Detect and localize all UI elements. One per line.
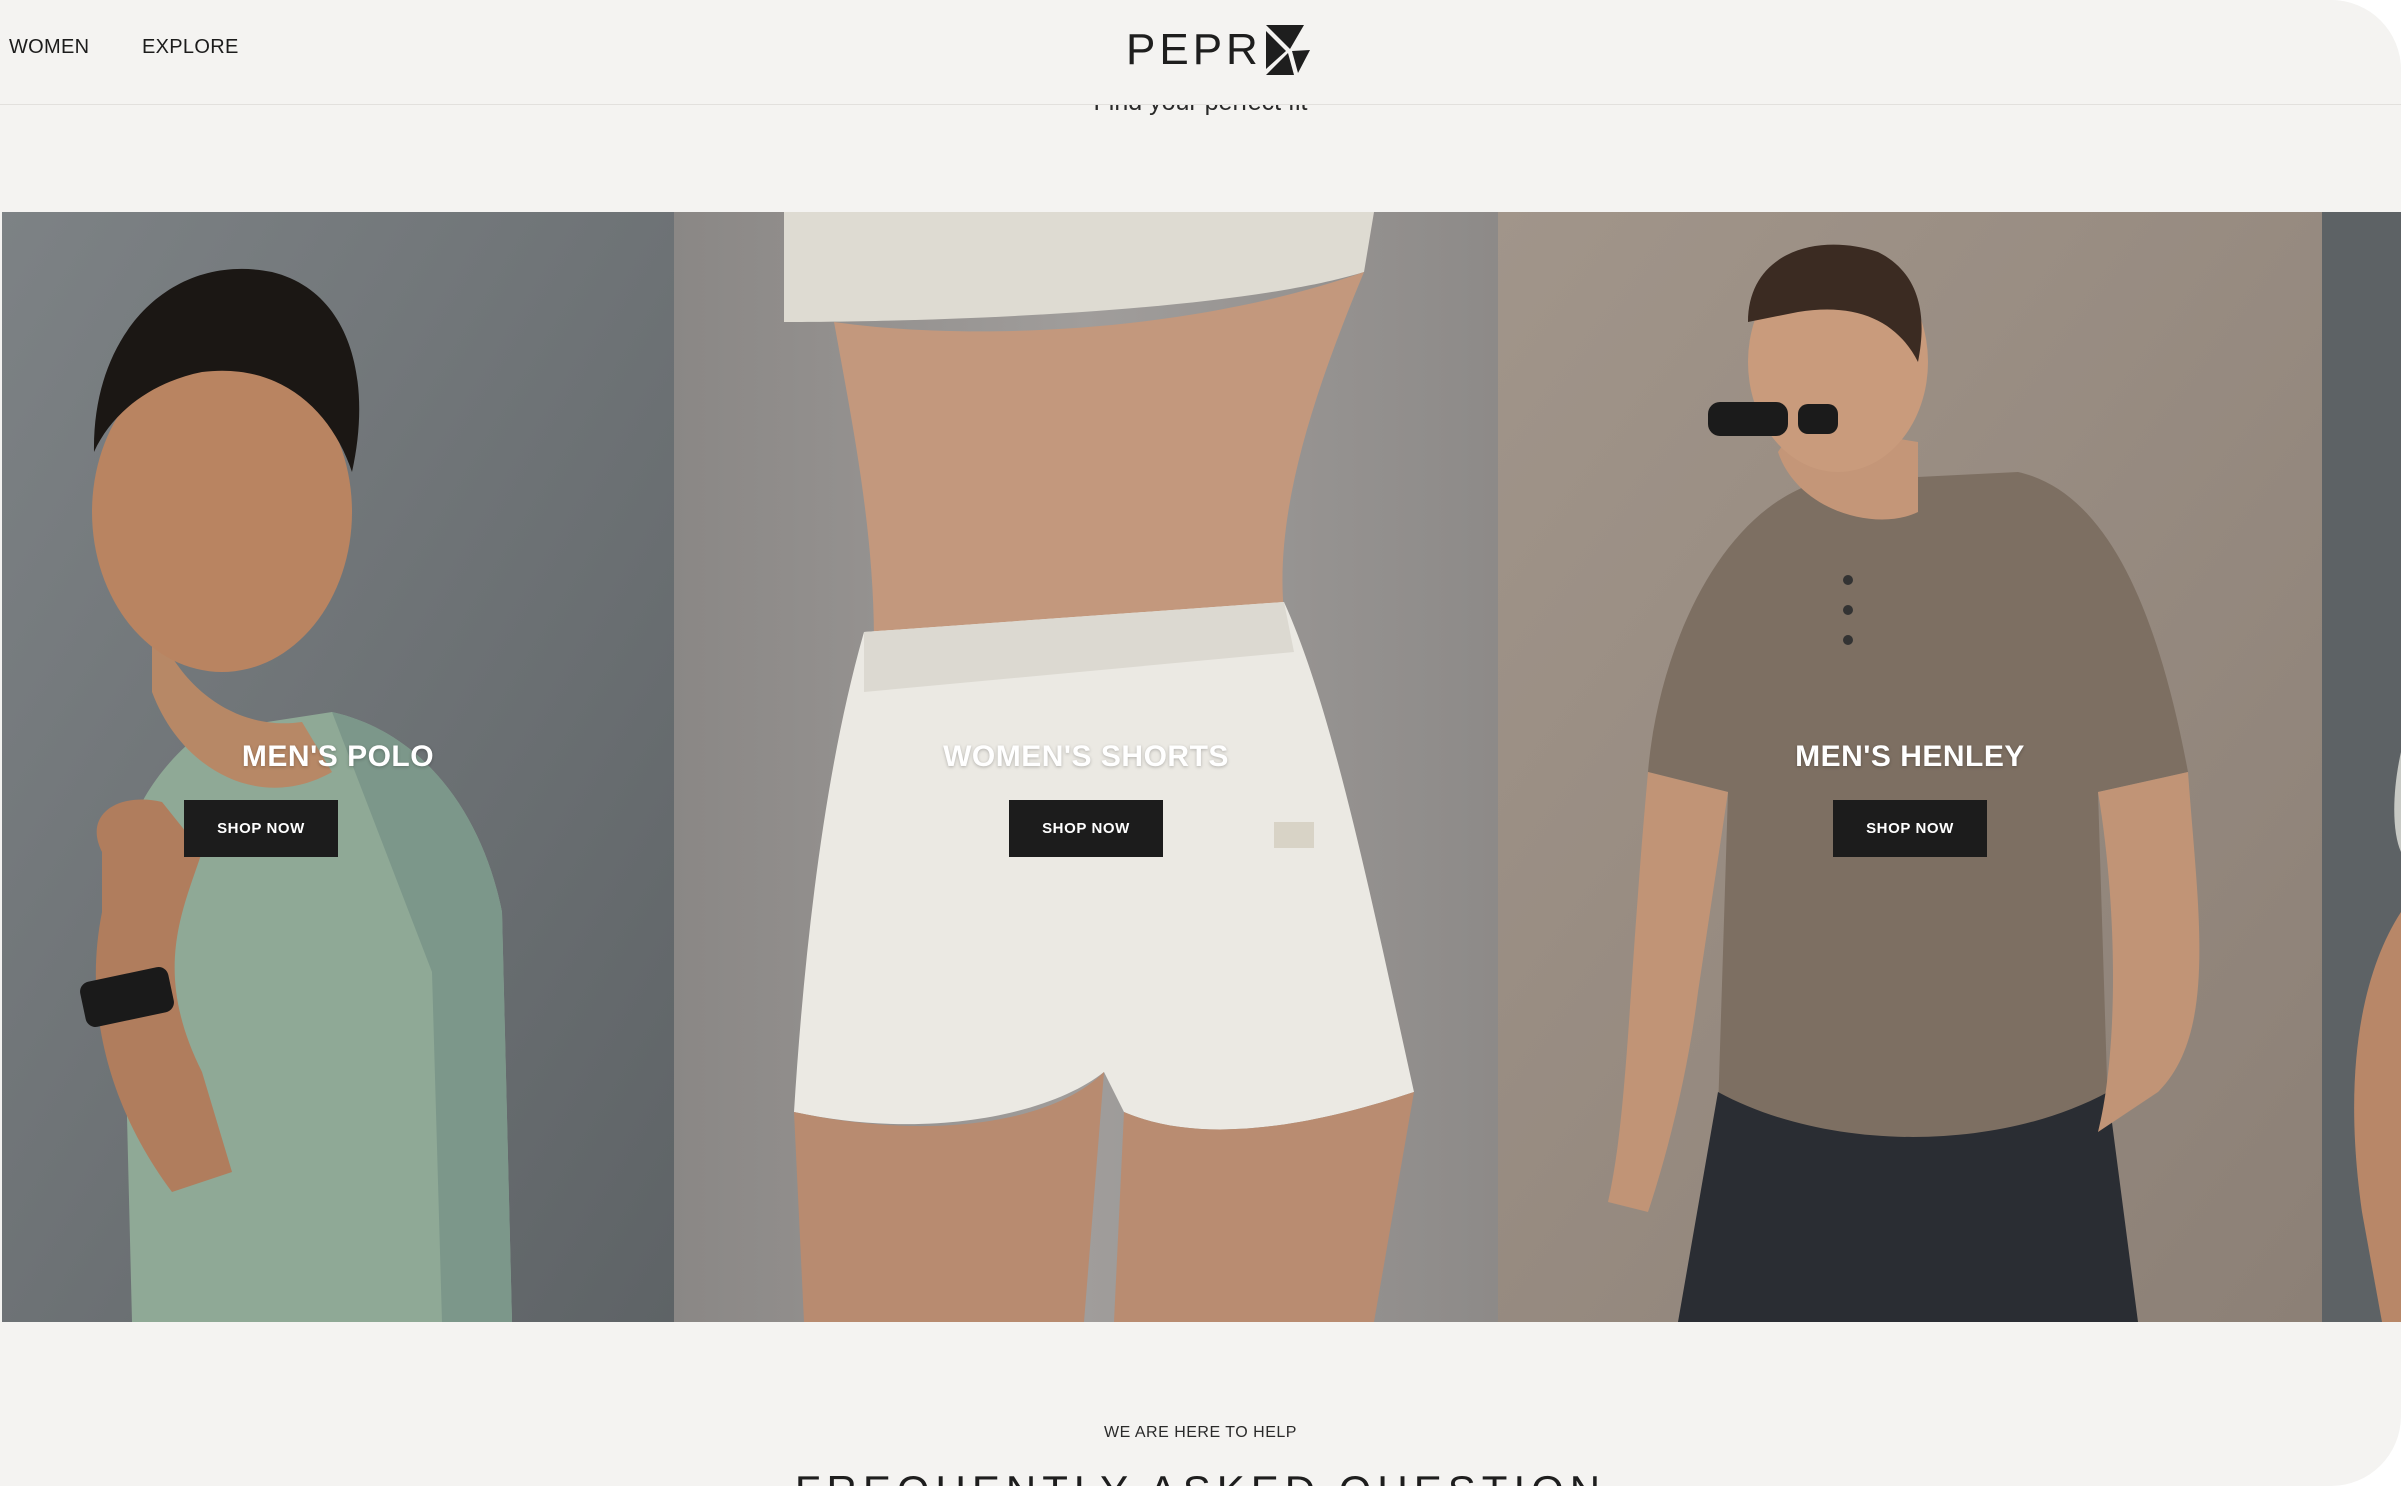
shop-now-button[interactable]: SHOP NOW — [184, 800, 338, 857]
nav-link-women[interactable]: WOMEN — [9, 36, 89, 59]
faq-title: FREQUENTLY ASKED QUESTION — [0, 1470, 2401, 1486]
category-title: WOMEN'S SHORTS — [943, 740, 1229, 773]
category-carousel[interactable]: MEN'S POLO SHOP NOW WOMEN'S SHORTS SHOP … — [2, 212, 2401, 1322]
nav-link-explore[interactable]: EXPLORE — [142, 36, 239, 59]
category-card-mens-henley[interactable]: MEN'S HENLEY SHOP NOW — [1498, 212, 2322, 1322]
shop-now-button[interactable]: SHOP NOW — [1009, 800, 1163, 857]
category-card-mens-polo[interactable]: MEN'S POLO SHOP NOW — [2, 212, 674, 1322]
site-header: WOMEN EXPLORE PEPR — [0, 0, 2401, 105]
brand-logo[interactable]: PEPR — [1126, 22, 1312, 78]
category-title: MEN'S POLO — [241, 740, 435, 773]
next-category-photo — [2322, 212, 2401, 1322]
shop-now-button[interactable]: SHOP NOW — [1833, 800, 1987, 857]
category-title: MEN'S HENLEY — [1795, 740, 2025, 773]
pepr-arrow-logo-icon — [1265, 25, 1310, 75]
category-card-next-partial[interactable] — [2322, 212, 2401, 1322]
brand-name: PEPR — [1126, 25, 1262, 74]
category-card-womens-shorts[interactable]: WOMEN'S SHORTS SHOP NOW — [674, 212, 1498, 1322]
page: Find your perfect fit WOMEN EXPLORE PEPR — [0, 0, 2401, 1486]
faq-kicker: WE ARE HERE TO HELP — [1104, 1424, 1297, 1441]
